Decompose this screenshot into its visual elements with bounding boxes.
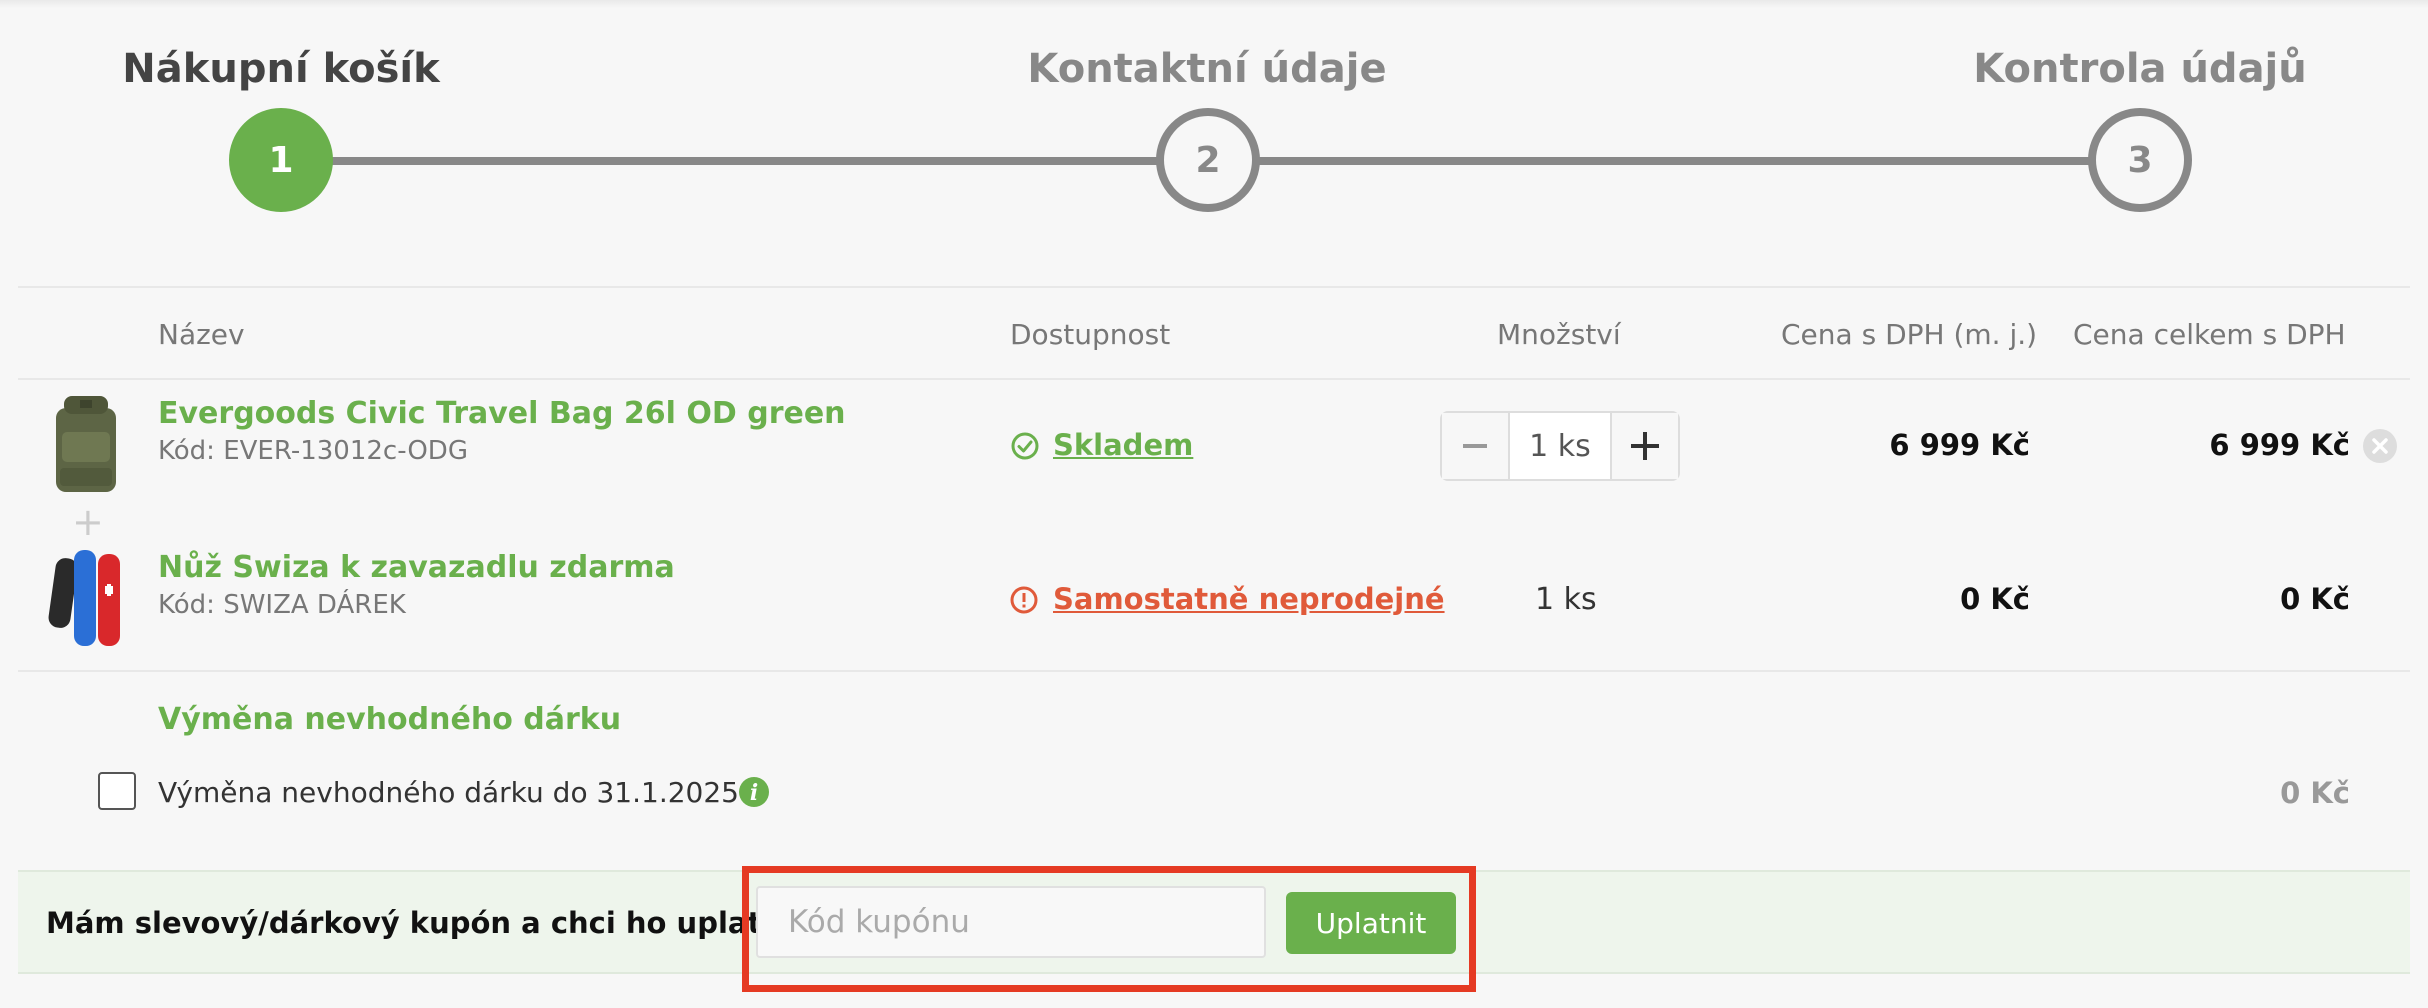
svg-text:i: i bbox=[750, 780, 758, 806]
total-price: 0 Kč bbox=[2280, 582, 2350, 616]
product-name-link[interactable]: Evergoods Civic Travel Bag 26l OD green bbox=[158, 396, 846, 431]
close-circle-icon[interactable] bbox=[2362, 428, 2398, 464]
quantity-increase-button[interactable] bbox=[1612, 413, 1678, 479]
top-shadow bbox=[0, 0, 2428, 8]
quantity-input[interactable]: 1 ks bbox=[1508, 413, 1612, 479]
highlight-box bbox=[742, 866, 1476, 992]
col-header-availability: Dostupnost bbox=[1010, 318, 1171, 351]
step-circle-2[interactable]: 2 bbox=[1156, 108, 1260, 212]
availability-link[interactable]: Skladem bbox=[1053, 428, 1193, 462]
quantity-value: 1 ks bbox=[1535, 582, 1597, 617]
step-title-cart[interactable]: Nákupní košík bbox=[122, 46, 439, 92]
info-icon[interactable]: i bbox=[738, 776, 770, 808]
minus-icon bbox=[1463, 444, 1487, 448]
step-connector-1 bbox=[330, 157, 1160, 165]
exchange-price: 0 Kč bbox=[2280, 776, 2350, 810]
unit-price: 0 Kč bbox=[1960, 582, 2030, 616]
step-circle-1[interactable]: 1 bbox=[229, 108, 333, 212]
quantity-stepper: 1 ks bbox=[1440, 411, 1680, 481]
exclamation-circle-icon bbox=[1010, 586, 1038, 614]
plus-icon bbox=[1631, 432, 1659, 460]
step-title-review[interactable]: Kontrola údajů bbox=[1973, 46, 2307, 92]
product-image-knife[interactable] bbox=[44, 546, 128, 652]
gift-plus-sign: + bbox=[72, 500, 104, 544]
step-circle-3[interactable]: 3 bbox=[2088, 108, 2192, 212]
coupon-label: Mám slevový/dárkový kupón a chci ho upla… bbox=[46, 906, 818, 940]
step-title-contact[interactable]: Kontaktní údaje bbox=[1027, 46, 1386, 92]
col-header-unit-price: Cena s DPH (m. j.) bbox=[1781, 318, 2038, 351]
divider bbox=[18, 378, 2410, 380]
quantity-decrease-button[interactable] bbox=[1442, 413, 1508, 479]
exchange-checkbox[interactable] bbox=[98, 772, 136, 810]
divider bbox=[18, 286, 2410, 288]
col-header-quantity: Množství bbox=[1497, 318, 1621, 351]
product-code: Kód: EVER-13012c-ODG bbox=[158, 436, 468, 466]
step-connector-2 bbox=[1256, 157, 2092, 165]
product-code: Kód: SWIZA DÁREK bbox=[158, 590, 406, 620]
check-circle-icon bbox=[1011, 432, 1039, 460]
divider bbox=[18, 670, 2410, 672]
exchange-title: Výměna nevhodného dárku bbox=[158, 702, 622, 737]
col-header-total-price: Cena celkem s DPH bbox=[2073, 318, 2346, 351]
availability-link[interactable]: Samostatně neprodejné bbox=[1053, 582, 1445, 616]
unit-price: 6 999 Kč bbox=[1889, 428, 2030, 462]
product-name-link[interactable]: Nůž Swiza k zavazadlu zdarma bbox=[158, 550, 675, 585]
product-image-bag[interactable] bbox=[44, 392, 128, 498]
total-price: 6 999 Kč bbox=[2209, 428, 2350, 462]
exchange-option-label[interactable]: Výměna nevhodného dárku do 31.1.2025 bbox=[158, 776, 739, 809]
col-header-name: Název bbox=[158, 318, 245, 351]
